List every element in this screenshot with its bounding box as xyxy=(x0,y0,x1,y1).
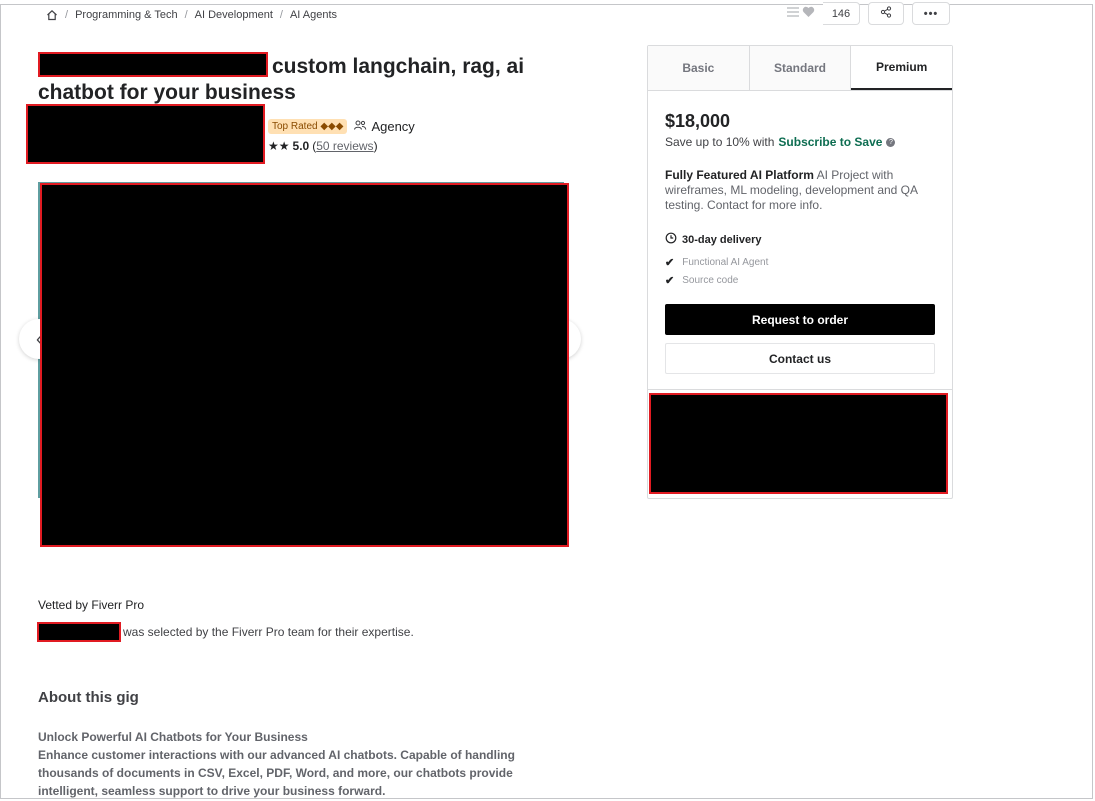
favorite-button[interactable] xyxy=(786,6,815,21)
breadcrumb-item-ai-development[interactable]: AI Development xyxy=(195,9,273,21)
share-button[interactable] xyxy=(868,2,904,25)
breadcrumb-separator: / xyxy=(65,9,69,21)
redacted-gallery-image[interactable] xyxy=(40,183,569,547)
package-description: Fully Featured AI Platform AI Project wi… xyxy=(665,168,939,213)
redacted-seller-name xyxy=(37,622,121,642)
more-options-button[interactable]: ••• xyxy=(912,2,950,25)
clock-icon xyxy=(665,232,677,247)
tab-premium[interactable]: Premium xyxy=(851,46,953,90)
delivery-time: 30-day delivery xyxy=(665,232,762,247)
redacted-seller-card xyxy=(649,393,948,494)
share-icon xyxy=(880,6,892,21)
package-price: $18,000 xyxy=(665,111,731,131)
check-icon: ✔ xyxy=(665,257,675,269)
home-icon[interactable] xyxy=(46,9,58,21)
vetted-text: was selected by the Fiverr Pro team for … xyxy=(123,625,414,639)
gig-title: custom langchain, rag, ai chatbot for yo… xyxy=(38,52,598,106)
save-text: Save up to 10% with xyxy=(665,135,775,149)
vetted-heading: Vetted by Fiverr Pro xyxy=(38,598,145,612)
breadcrumb-item-programming[interactable]: Programming & Tech xyxy=(75,9,178,21)
subscribe-save-row: Save up to 10% with Subscribe to Save ? xyxy=(665,135,896,149)
seller-badges: Top Rated ◆◆◆ Agency xyxy=(268,119,415,134)
vetted-text-row: was selected by the Fiverr Pro team for … xyxy=(37,622,414,642)
feature-item: ✔ Source code xyxy=(665,274,738,287)
about-heading: About this gig xyxy=(38,689,139,706)
gig-actions: 146 ••• xyxy=(786,2,950,25)
favorites-count: 146 xyxy=(823,2,860,25)
list-icon[interactable] xyxy=(786,6,800,21)
delivery-label: 30-day delivery xyxy=(682,233,762,246)
agency-label: Agency xyxy=(371,119,415,134)
star-icon: ★★ xyxy=(268,139,290,153)
package-name: Fully Featured AI Platform xyxy=(665,168,814,182)
panel-divider xyxy=(648,389,952,390)
check-icon: ✔ xyxy=(665,275,675,287)
contact-us-button[interactable]: Contact us xyxy=(665,343,935,374)
breadcrumb-separator: / xyxy=(184,9,188,21)
agency-badge: Agency xyxy=(353,119,415,134)
description-subheading: Unlock Powerful AI Chatbots for Your Bus… xyxy=(38,730,308,744)
reviews-link[interactable]: 50 reviews xyxy=(316,139,373,153)
heart-icon[interactable] xyxy=(802,6,815,21)
feature-item: ✔ Functional AI Agent xyxy=(665,256,768,269)
help-icon[interactable]: ? xyxy=(886,137,896,147)
top-rated-badge: Top Rated ◆◆◆ xyxy=(268,119,348,134)
tab-standard[interactable]: Standard xyxy=(750,46,852,90)
description-body: Enhance customer interactions with our a… xyxy=(38,748,515,798)
redacted-seller-name xyxy=(38,52,268,77)
breadcrumb-separator: / xyxy=(279,9,283,21)
rating-score: 5.0 xyxy=(292,139,310,153)
subscribe-to-save-link[interactable]: Subscribe to Save xyxy=(778,135,882,149)
tab-basic[interactable]: Basic xyxy=(648,46,750,90)
package-tabs: Basic Standard Premium xyxy=(648,46,953,91)
feature-label: Functional AI Agent xyxy=(682,257,769,268)
redacted-seller-info xyxy=(26,104,265,164)
breadcrumb-item-ai-agents[interactable]: AI Agents xyxy=(290,9,337,21)
breadcrumb: / Programming & Tech / AI Development / … xyxy=(46,9,337,21)
gig-description: Unlock Powerful AI Chatbots for Your Bus… xyxy=(38,728,538,800)
request-to-order-button[interactable]: Request to order xyxy=(665,304,935,335)
people-icon xyxy=(353,119,367,134)
feature-label: Source code xyxy=(682,275,739,286)
gig-rating: ★★ 5.0 (50 reviews) xyxy=(268,139,378,153)
